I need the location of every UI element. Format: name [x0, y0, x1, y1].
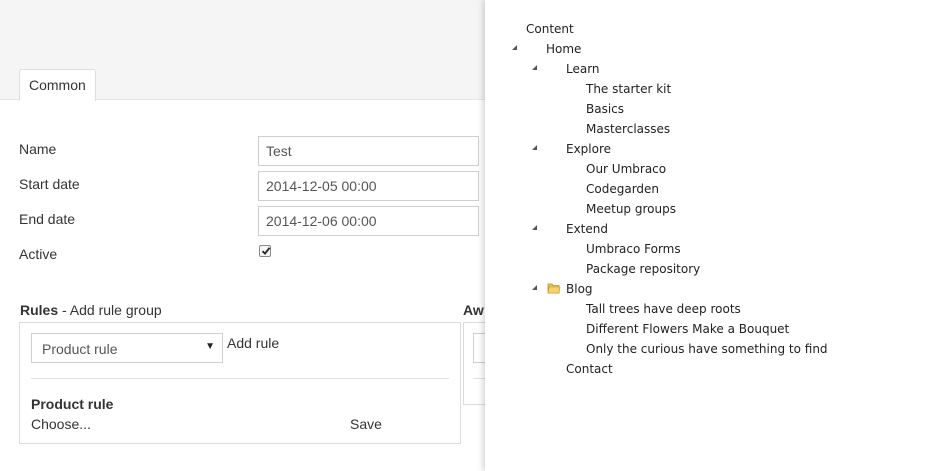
- divider: [473, 378, 485, 379]
- start-date-field[interactable]: [258, 171, 479, 201]
- content-tree-panel: [485, 0, 925, 471]
- awards-heading: Aw: [463, 302, 484, 318]
- tree-item[interactable]: Only the curious have something to find: [586, 342, 828, 356]
- expand-arrow-icon[interactable]: [532, 285, 537, 290]
- add-rule-group-link[interactable]: - Add rule group: [58, 302, 162, 318]
- choose-link[interactable]: Choose...: [31, 416, 91, 432]
- end-date-label: End date: [19, 211, 76, 227]
- tree-item[interactable]: The starter kit: [586, 82, 671, 96]
- active-label: Active: [19, 246, 58, 262]
- add-rule-button[interactable]: Add rule: [227, 335, 279, 351]
- folder-icon: [547, 283, 561, 294]
- tree-item[interactable]: Meetup groups: [586, 202, 676, 216]
- tree-item[interactable]: Codegarden: [586, 182, 659, 196]
- rule-type-select[interactable]: Product rule ▼: [31, 333, 223, 363]
- expand-arrow-icon[interactable]: [532, 65, 537, 70]
- start-date-label: Start date: [19, 176, 80, 192]
- tree-item[interactable]: Basics: [586, 102, 624, 116]
- tree-item[interactable]: Umbraco Forms: [586, 242, 681, 256]
- tree-item-learn[interactable]: Learn: [566, 62, 600, 76]
- tab-common[interactable]: Common: [19, 69, 96, 101]
- tree-item[interactable]: Different Flowers Make a Bouquet: [586, 322, 789, 336]
- end-date-field[interactable]: [258, 206, 479, 236]
- tree-item-contact[interactable]: Contact: [566, 362, 613, 376]
- expand-arrow-icon[interactable]: [512, 45, 517, 50]
- tree-item-home[interactable]: Home: [546, 42, 581, 56]
- tree-item-explore[interactable]: Explore: [566, 142, 611, 156]
- divider: [31, 378, 449, 379]
- rules-heading: Rules - Add rule group: [20, 302, 162, 318]
- caret-down-icon: ▼: [205, 341, 215, 352]
- active-checkbox[interactable]: [259, 245, 271, 257]
- expand-arrow-icon[interactable]: [532, 225, 537, 230]
- tree-item-extend[interactable]: Extend: [566, 222, 608, 236]
- tree-item[interactable]: Masterclasses: [586, 122, 670, 136]
- tree-item-blog[interactable]: Blog: [566, 282, 593, 296]
- name-label: Name: [19, 141, 57, 157]
- checkmark-icon: [261, 247, 271, 255]
- tree-item[interactable]: Package repository: [586, 262, 700, 276]
- name-field[interactable]: [258, 136, 479, 166]
- rule-type-select-value: Product rule: [42, 341, 118, 357]
- tree-item[interactable]: Tall trees have deep roots: [586, 302, 741, 316]
- save-button[interactable]: Save: [350, 416, 382, 432]
- tree-item-content[interactable]: Content: [526, 22, 574, 36]
- rules-heading-title: Rules: [20, 302, 59, 318]
- rule-title: Product rule: [31, 396, 114, 412]
- tree-item[interactable]: Our Umbraco: [586, 162, 666, 176]
- expand-arrow-icon[interactable]: [532, 145, 537, 150]
